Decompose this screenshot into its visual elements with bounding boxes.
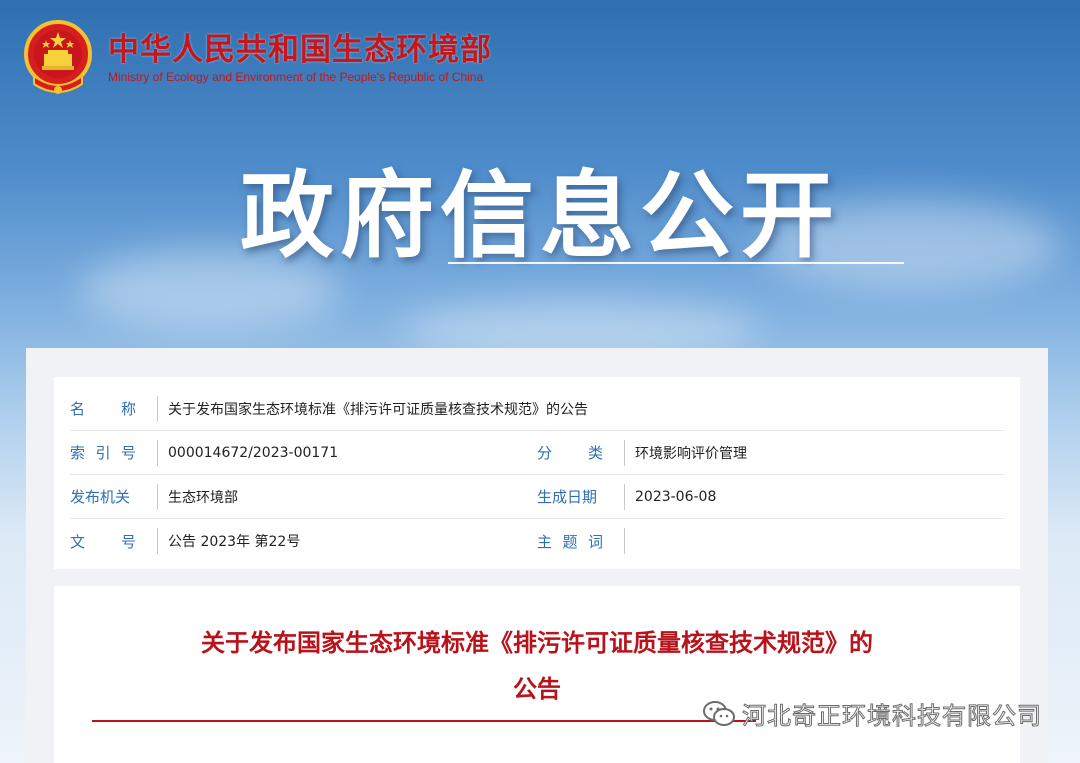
info-row-index: 索引号 000014672/2023-00171 分类 环境影响评价管理 (70, 431, 1004, 475)
banner-title: 政府信息公开 (239, 162, 840, 271)
info-row-name: 名称 关于发布国家生态环境标准《排污许可证质量核查技术规范》的公告 (70, 387, 1004, 431)
label-date: 生成日期 (537, 488, 598, 506)
document-title-divider (92, 720, 756, 722)
value-category: 环境影响评价管理 (635, 445, 747, 462)
info-row-issuer: 发布机关 生态环境部 生成日期 2023-06-08 (70, 475, 1004, 519)
ministry-name-cn: 中华人民共和国生态环境部 (108, 32, 492, 68)
label-keywords: 主题词 (537, 532, 603, 551)
document-title-line1: 关于发布国家生态环境标准《排污许可证质量核查技术规范》的 (201, 629, 873, 657)
ministry-name-en: Ministry of Ecology and Environment of t… (108, 70, 484, 84)
info-row-docno: 文号 公告 2023年 第22号 主题词 (70, 519, 1004, 563)
label-index: 索引号 (70, 444, 136, 462)
document-card: 关于发布国家生态环境标准《排污许可证质量核查技术规范》的 公告 (54, 586, 1020, 763)
national-emblem-icon (24, 20, 92, 96)
value-name: 关于发布国家生态环境标准《排污许可证质量核查技术规范》的公告 (168, 401, 588, 418)
label-issuer: 发布机关 (70, 488, 131, 506)
value-docno: 公告 2023年 第22号 (168, 534, 301, 550)
watermark: 河北奇正环境科技有限公司 (702, 696, 1042, 731)
wechat-icon (703, 700, 735, 726)
info-table: 名称 关于发布国家生态环境标准《排污许可证质量核查技术规范》的公告 索引号 00… (54, 377, 1020, 569)
ministry-name-block: 中华人民共和国生态环境部 Ministry of Ecology and Env… (108, 31, 492, 85)
label-category: 分类 (537, 444, 603, 462)
value-date: 2023-06-08 (635, 488, 717, 505)
value-issuer: 生态环境部 (168, 489, 238, 506)
value-index: 000014672/2023-00171 (168, 444, 339, 461)
banner-divider (448, 262, 904, 264)
label-docno: 文号 (70, 532, 136, 551)
watermark-text: 河北奇正环境科技有限公司 (742, 702, 1042, 731)
site-header[interactable]: 中华人民共和国生态环境部 Ministry of Ecology and Env… (24, 18, 544, 98)
label-name: 名称 (70, 400, 136, 418)
